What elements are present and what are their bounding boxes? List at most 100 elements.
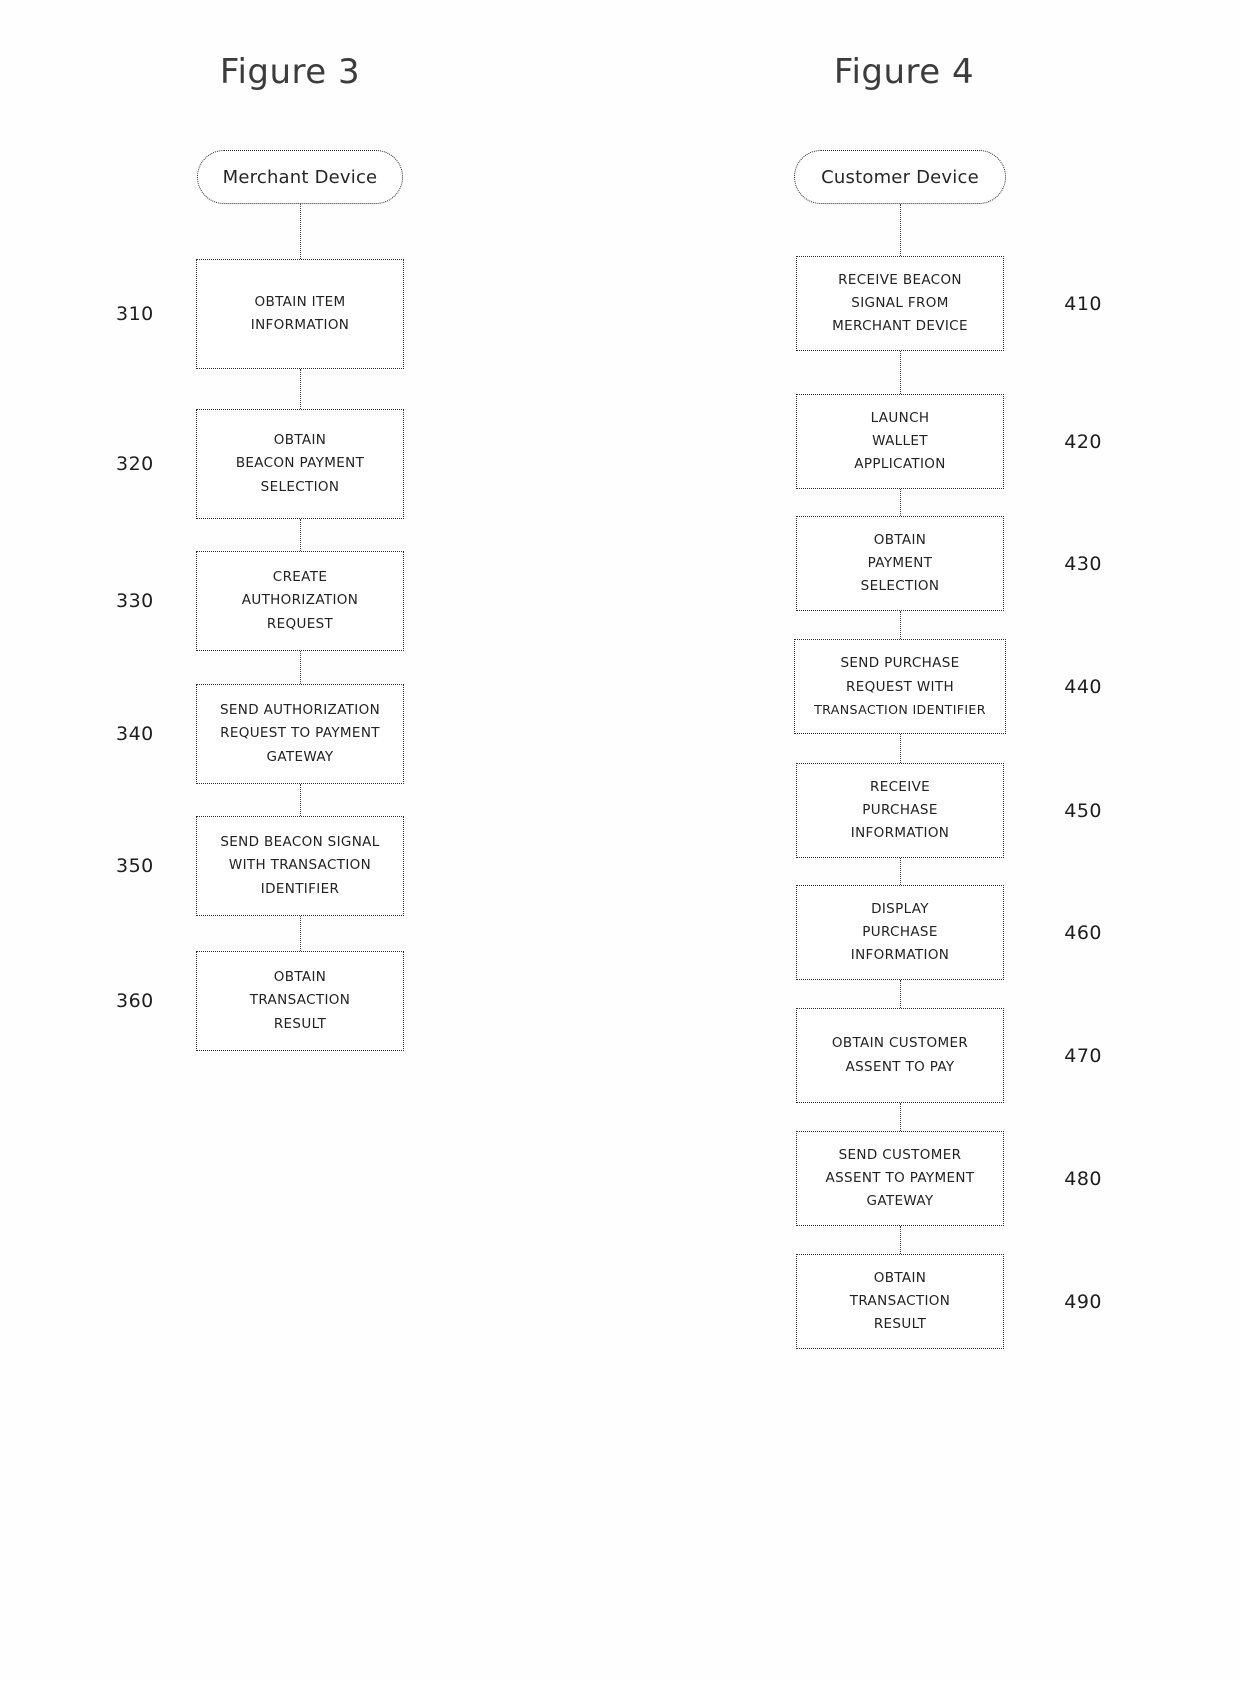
box-text-line: OBTAIN ITEM — [254, 293, 346, 310]
figure-4-box-430: OBTAIN PAYMENT SELECTION — [796, 516, 1004, 611]
figure-3-connector-5 — [299, 916, 301, 951]
figure-4-step-490: OBTAIN TRANSACTION RESULT 490 — [620, 1254, 1180, 1349]
box-text-line: SEND PURCHASE — [840, 655, 960, 672]
box-text-line: WITH TRANSACTION — [228, 857, 372, 874]
figure-3-ref-320: 320 — [116, 453, 154, 475]
figure-4-box-460: DISPLAY PURCHASE INFORMATION — [796, 885, 1004, 980]
box-text-line: ASSENT TO PAYMENT — [825, 1169, 975, 1186]
figure-4-connector-8 — [899, 1226, 901, 1254]
figure-4-step-460: DISPLAY PURCHASE INFORMATION 460 — [620, 885, 1180, 980]
box-text-line: SEND CUSTOMER — [838, 1146, 962, 1163]
figure-3-step-330: 330 CREATE AUTHORIZATION REQUEST — [20, 551, 580, 651]
box-text-line: PAYMENT — [867, 554, 933, 571]
figure-4-box-480: SEND CUSTOMER ASSENT TO PAYMENT GATEWAY — [796, 1131, 1004, 1226]
figure-4-flowchart: Customer Device RECEIVE BEACON SIGNAL FR… — [620, 150, 1180, 1349]
box-text-line: DISPLAY — [871, 900, 929, 917]
box-text-line: TRANSACTION IDENTIFIER — [814, 701, 986, 717]
patent-figure-page: Figure 3 Merchant Device 310 OBTAIN ITEM… — [0, 0, 1240, 1681]
figure-4-step-470: OBTAIN CUSTOMER ASSENT TO PAY 470 — [620, 1008, 1180, 1103]
box-text-line: INFORMATION — [250, 317, 350, 333]
figure-3-ref-310: 310 — [116, 303, 154, 325]
box-text-line: TRANSACTION — [249, 992, 351, 1009]
box-text-line: REQUEST TO PAYMENT — [220, 725, 380, 742]
box-text-line: SEND AUTHORIZATION — [219, 702, 381, 719]
figure-3-box-330: CREATE AUTHORIZATION REQUEST — [196, 551, 404, 651]
box-text-line: RECEIVE — [869, 778, 931, 795]
box-text-line: MERCHANT DEVICE — [832, 318, 968, 335]
box-text-line: RECEIVE BEACON — [838, 271, 962, 288]
box-text-line: IDENTIFIER — [260, 880, 340, 897]
box-text-line: AUTHORIZATION — [241, 592, 359, 609]
figure-3-box-340: SEND AUTHORIZATION REQUEST TO PAYMENT GA… — [196, 684, 404, 784]
figure-4-connector-start — [899, 204, 901, 256]
figure-3-ref-340: 340 — [116, 723, 154, 745]
figure-3-step-340: 340 SEND AUTHORIZATION REQUEST TO PAYMEN… — [20, 684, 580, 784]
box-text-line: OBTAIN — [273, 969, 327, 986]
box-text-line: OBTAIN — [873, 1269, 927, 1286]
figure-4-box-490: OBTAIN TRANSACTION RESULT — [796, 1254, 1004, 1349]
figure-3-box-320: OBTAIN BEACON PAYMENT SELECTION — [196, 409, 404, 519]
figure-4-box-410: RECEIVE BEACON SIGNAL FROM MERCHANT DEVI… — [796, 256, 1004, 351]
box-text-line: ASSENT TO PAY — [845, 1058, 955, 1075]
figure-4-ref-420: 420 — [1064, 430, 1102, 453]
figure-3-ref-330: 330 — [116, 590, 154, 612]
box-text-line: SEND BEACON SIGNAL — [220, 834, 380, 851]
figure-4-ref-490: 490 — [1064, 1290, 1102, 1313]
box-text-line: WALLET — [872, 432, 928, 449]
figure-4-connector-5 — [899, 858, 901, 885]
box-text-line: SELECTION — [260, 478, 340, 495]
figure-3-step-360: 360 OBTAIN TRANSACTION RESULT — [20, 951, 580, 1051]
figure-4-ref-480: 480 — [1064, 1167, 1102, 1190]
figure-3-flowchart: Merchant Device 310 OBTAIN ITEM INFORMAT… — [20, 150, 580, 1051]
figure-3-start-node: Merchant Device — [197, 150, 403, 204]
figure-4-title: Figure 4 — [833, 52, 975, 92]
figure-4-connector-4 — [899, 734, 901, 763]
figure-4-connector-2 — [899, 489, 901, 516]
figure-3-title: Figure 3 — [219, 52, 361, 92]
figure-4-ref-410: 410 — [1064, 292, 1102, 315]
figure-3-step-320: 320 OBTAIN BEACON PAYMENT SELECTION — [20, 409, 580, 519]
box-text-line: SELECTION — [860, 578, 940, 595]
figure-4-box-470: OBTAIN CUSTOMER ASSENT TO PAY — [796, 1008, 1004, 1103]
box-text-line: TRANSACTION — [849, 1292, 951, 1309]
figure-4-start-row: Customer Device — [620, 150, 1180, 204]
figure-3: Figure 3 Merchant Device 310 OBTAIN ITEM… — [20, 0, 580, 1681]
figure-4-box-420: LAUNCH WALLET APPLICATION — [796, 394, 1004, 489]
figure-4-start-node: Customer Device — [794, 150, 1006, 204]
figure-3-connector-4 — [299, 784, 301, 816]
box-text-line: CREATE — [272, 569, 328, 586]
box-text-line: REQUEST — [266, 615, 334, 632]
box-text-line: GATEWAY — [866, 1193, 934, 1210]
figure-3-connector-3 — [299, 651, 301, 684]
figure-4-connector-1 — [899, 351, 901, 394]
figure-3-start-row: Merchant Device — [20, 150, 580, 204]
figure-3-connector-start — [299, 204, 301, 259]
figure-4-ref-450: 450 — [1064, 799, 1102, 822]
figure-4-box-440: SEND PURCHASE REQUEST WITH TRANSACTION I… — [794, 639, 1006, 734]
box-text-line: APPLICATION — [854, 456, 946, 473]
box-text-line: PURCHASE — [862, 801, 938, 818]
figure-4: Figure 4 Customer Device RECEIVE BEACON … — [620, 0, 1180, 1681]
figure-4-step-480: SEND CUSTOMER ASSENT TO PAYMENT GATEWAY … — [620, 1131, 1180, 1226]
box-text-line: SIGNAL FROM — [851, 294, 949, 311]
box-text-line: RESULT — [273, 1015, 327, 1032]
box-text-line: OBTAIN CUSTOMER — [831, 1035, 969, 1052]
box-text-line: LAUNCH — [870, 409, 930, 426]
figure-3-box-350: SEND BEACON SIGNAL WITH TRANSACTION IDEN… — [196, 816, 404, 916]
figure-3-ref-360: 360 — [116, 990, 154, 1012]
figure-4-ref-430: 430 — [1064, 552, 1102, 575]
figure-4-step-440: SEND PURCHASE REQUEST WITH TRANSACTION I… — [620, 639, 1180, 734]
figure-4-ref-470: 470 — [1064, 1044, 1102, 1067]
figure-4-ref-440: 440 — [1064, 675, 1102, 698]
figure-4-connector-3 — [899, 611, 901, 639]
figure-4-step-410: RECEIVE BEACON SIGNAL FROM MERCHANT DEVI… — [620, 256, 1180, 351]
figure-3-box-310: OBTAIN ITEM INFORMATION — [196, 259, 404, 369]
figure-3-box-360: OBTAIN TRANSACTION RESULT — [196, 951, 404, 1051]
box-text-line: OBTAIN — [873, 531, 927, 548]
box-text-line: REQUEST WITH — [846, 678, 954, 695]
box-text-line: RESULT — [873, 1316, 927, 1333]
figure-4-connector-6 — [899, 980, 901, 1008]
figure-3-step-310: 310 OBTAIN ITEM INFORMATION — [20, 259, 580, 369]
figure-3-connector-2 — [299, 519, 301, 551]
figure-4-step-450: RECEIVE PURCHASE INFORMATION 450 — [620, 763, 1180, 858]
